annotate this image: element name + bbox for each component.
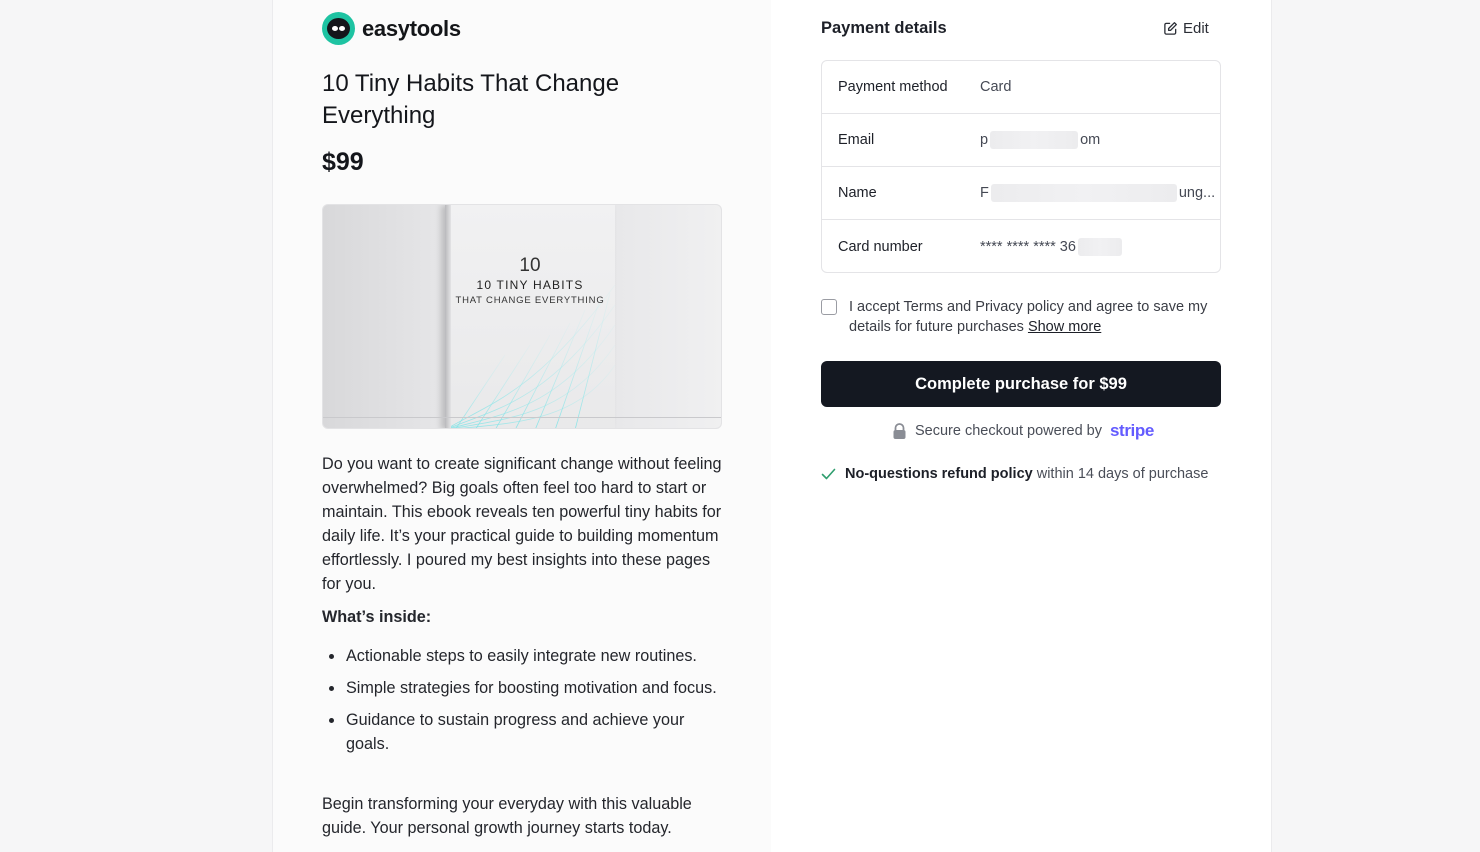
inside-list: Actionable steps to easily integrate new… [322,644,722,764]
row-label: Card number [838,238,923,255]
payment-details-title: Payment details [821,19,947,37]
secure-text: Secure checkout powered by [915,423,1102,439]
email-start: p [980,131,989,148]
refund-bold: No-questions refund policy [845,466,1033,482]
row-label: Email [838,132,875,148]
sloth-logo-icon [322,12,355,45]
product-price: $99 [322,148,364,176]
consent-checkbox[interactable] [821,299,837,315]
row-label: Name [838,185,877,201]
email-end: om [1080,131,1101,148]
card-start: **** **** **** 36 [980,238,1076,255]
secure-checkout: Secure checkout powered by stripe [892,421,1154,441]
redacted-block [990,131,1079,149]
lock-icon [893,422,906,439]
row-label: Payment method [838,79,948,95]
name-end: ung... [1178,184,1216,201]
row-value: **** **** **** 36 [980,237,1122,256]
product-closing: Begin transforming your everyday with th… [322,795,692,837]
edit-label: Edit [1183,20,1209,37]
consent-text: I accept Terms and Privacy policy and ag… [849,297,1221,337]
complete-purchase-button[interactable]: Complete purchase for $99 [821,361,1221,407]
name-start: F [980,184,989,201]
product-cover-image: 10 10 TINY HABITS THAT CHANGE EVERYTHING [322,204,722,429]
cover-title: 10 TINY HABITS [476,278,584,292]
table-row: Card number **** **** **** 36 [822,220,1220,273]
product-title: 10 Tiny Habits That Change Everything [322,70,620,129]
check-icon [821,468,836,480]
payment-panel: Payment details Edit Payment method Card… [771,0,1271,852]
refund-rest: within 14 days of purchase [1036,466,1209,482]
product-description: Do you want to create significant change… [322,455,722,593]
payment-details-table: Payment method Card Email p om Name Fung.… [821,60,1221,273]
refund-text: No-questions refund policy within 14 day… [845,466,1208,482]
list-item: Guidance to sustain progress and achieve… [322,708,722,756]
row-value: Fung... [980,184,1215,202]
refund-policy: No-questions refund policy within 14 day… [821,466,1208,482]
checkout-page: easytools 10 Tiny Habits That Change Eve… [272,0,1272,852]
cover-subtitle: THAT CHANGE EVERYTHING [455,295,605,306]
consent-row: I accept Terms and Privacy policy and ag… [821,297,1221,337]
table-row: Payment method Card [822,61,1220,114]
list-item: Simple strategies for boosting motivatio… [322,676,722,700]
table-row: Email p om [822,114,1220,167]
product-panel: easytools 10 Tiny Habits That Change Eve… [273,0,771,852]
show-more-link[interactable]: Show more [1028,319,1101,335]
row-value: p om [980,131,1100,149]
inside-heading: What’s inside: [322,608,432,626]
cover-wave-graphic [447,284,615,428]
stripe-logo: stripe [1110,421,1154,440]
cover-number: 10 [519,255,541,276]
row-value: Card [980,79,1012,95]
edit-button[interactable]: Edit [1163,20,1209,37]
redacted-block [1077,237,1122,256]
brand-name: easytools [362,15,461,41]
table-row: Name Fung... [822,167,1220,220]
redacted-block [990,184,1177,202]
list-item: Actionable steps to easily integrate new… [322,644,722,668]
edit-icon [1164,22,1177,35]
brand[interactable]: easytools [322,12,461,45]
